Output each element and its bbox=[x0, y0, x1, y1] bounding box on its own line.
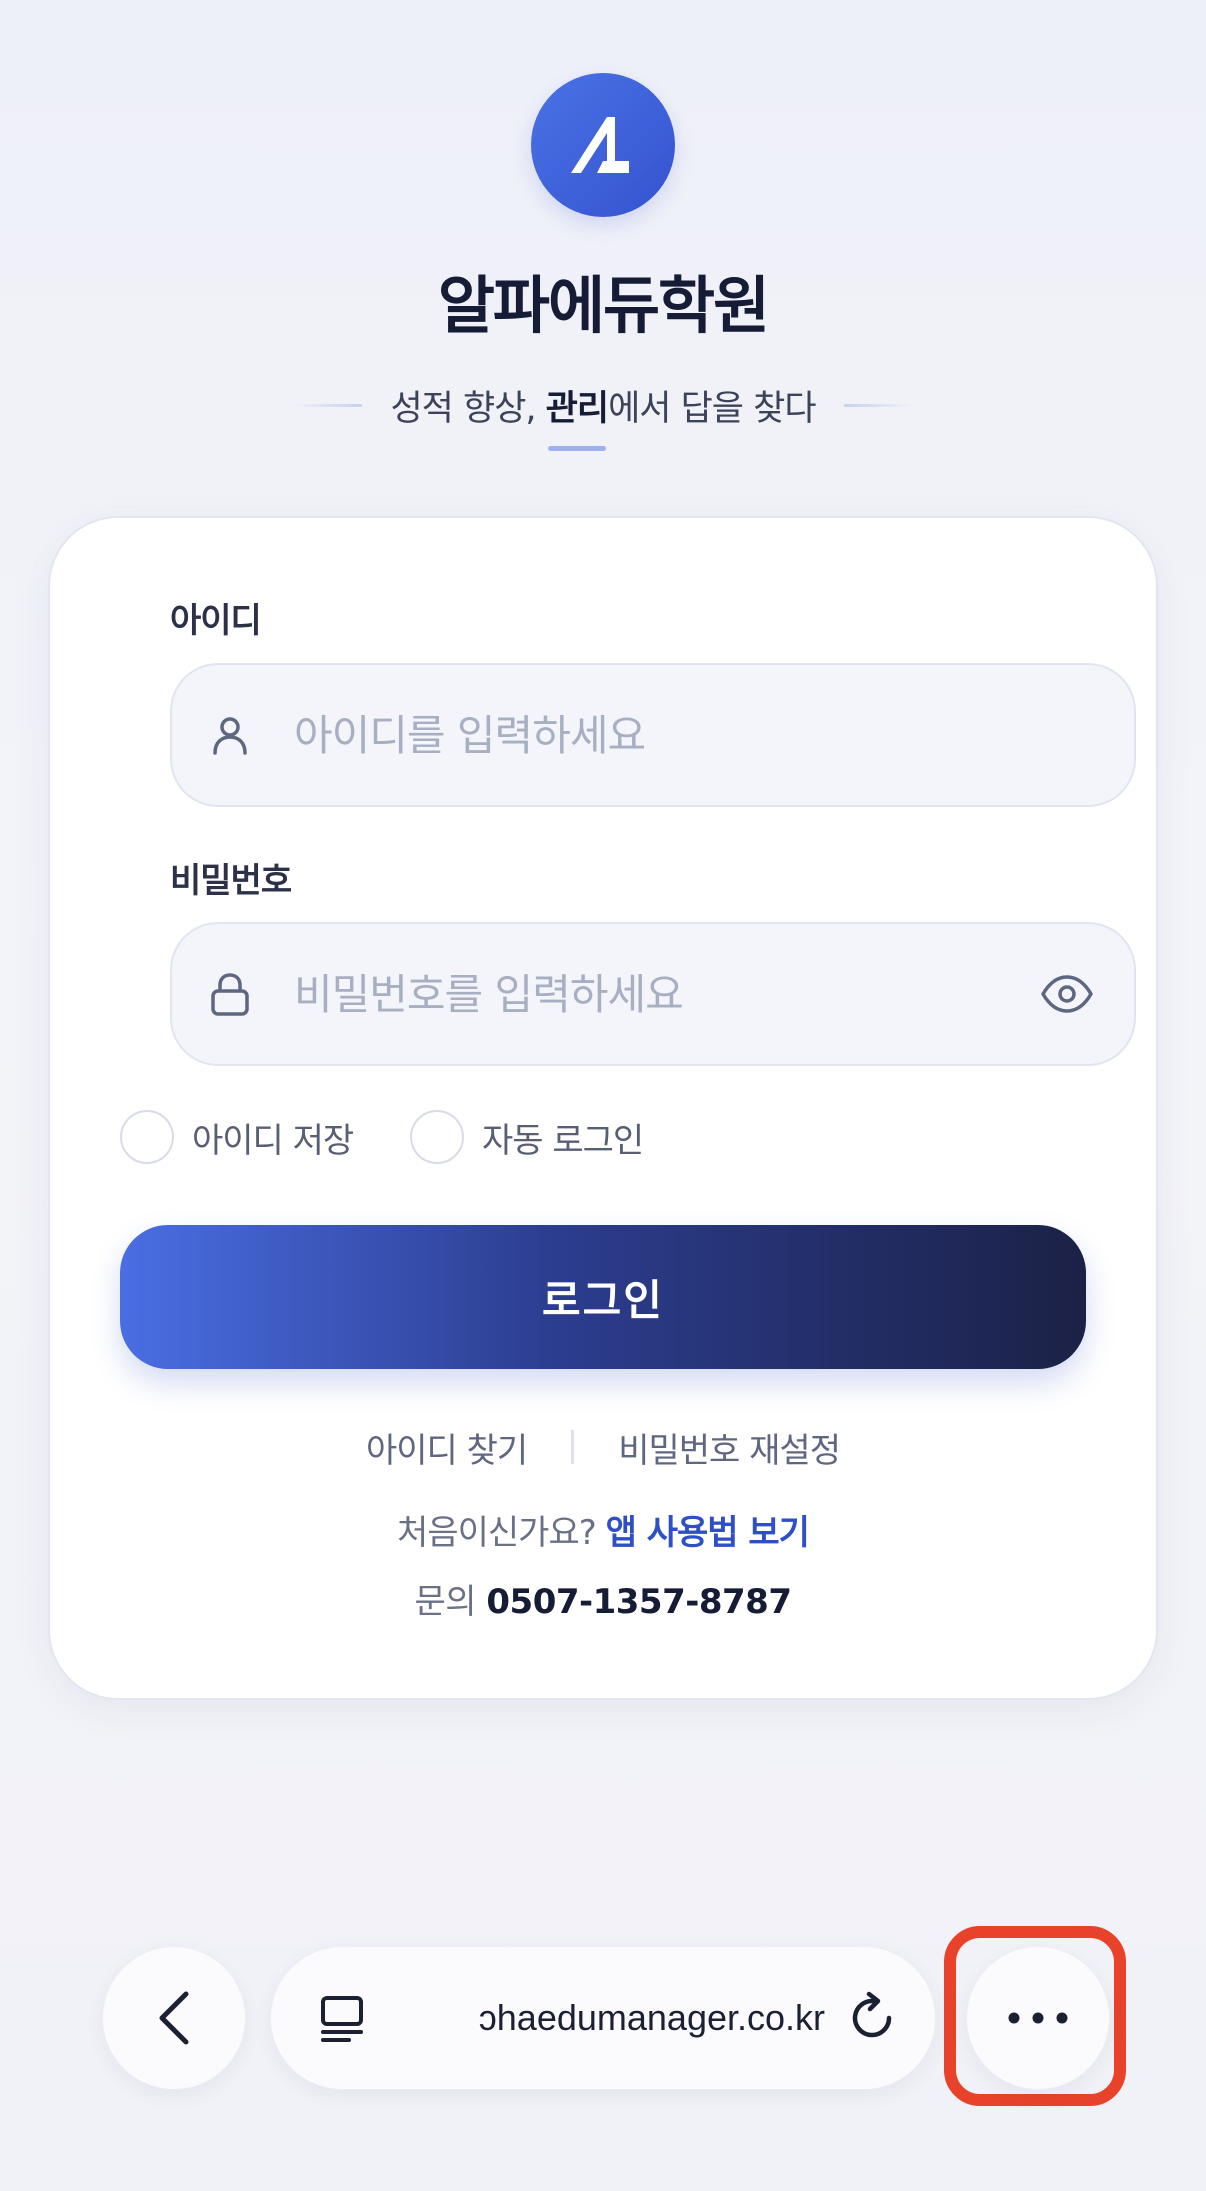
tagline-pre: 성적 향상, bbox=[390, 388, 546, 429]
password-input-box[interactable] bbox=[170, 922, 1136, 1066]
address-bar[interactable]: ɔhaedumanager.co.kr bbox=[270, 1946, 936, 2090]
tagline-strong: 관리 bbox=[545, 388, 609, 429]
auto-login-label: 자동 로그인 bbox=[482, 1120, 644, 1161]
reload-icon[interactable] bbox=[845, 1991, 899, 2045]
password-input[interactable] bbox=[294, 924, 1014, 1064]
url-text: ɔhaedumanager.co.kr bbox=[478, 1997, 825, 2038]
guide-row: 처음이신가요? 앱 사용법 보기 bbox=[0, 1505, 1206, 1561]
save-id-checkbox[interactable] bbox=[120, 1110, 174, 1164]
password-label: 비밀번호 bbox=[170, 861, 292, 901]
login-button[interactable]: 로그인 bbox=[120, 1225, 1086, 1369]
reset-password-link[interactable]: 비밀번호 재설정 bbox=[618, 1423, 841, 1472]
brand-title: 알파에듀학원 bbox=[437, 269, 770, 342]
first-time-text: 처음이신가요? bbox=[397, 1513, 597, 1553]
lock-icon bbox=[211, 973, 249, 1016]
logo-a-icon bbox=[571, 117, 629, 173]
tagline: 성적 향상, 관리에서 답을 찾다 bbox=[390, 380, 816, 431]
tagline-left-line bbox=[292, 403, 363, 407]
account-links: 아이디 찾기 비밀번호 재설정 bbox=[0, 1422, 1206, 1472]
save-id-option[interactable]: 아이디 저장 bbox=[120, 1110, 354, 1164]
page-format-icon[interactable] bbox=[317, 1992, 369, 2044]
find-id-link[interactable]: 아이디 찾기 bbox=[366, 1423, 528, 1472]
id-input-box[interactable] bbox=[170, 663, 1136, 807]
contact-label: 문의 bbox=[414, 1582, 477, 1622]
id-input[interactable] bbox=[294, 665, 1014, 805]
contact-phone[interactable]: 0507-1357-8787 bbox=[486, 1582, 792, 1622]
back-button[interactable] bbox=[102, 1946, 246, 2090]
contact-row: 문의 0507-1357-8787 bbox=[0, 1574, 1206, 1630]
more-button[interactable] bbox=[966, 1946, 1110, 2090]
link-divider bbox=[571, 1430, 575, 1464]
id-label: 아이디 bbox=[170, 601, 262, 641]
tagline-row: 성적 향상, 관리에서 답을 찾다 bbox=[0, 380, 1206, 430]
auto-login-checkbox[interactable] bbox=[410, 1110, 464, 1164]
tagline-right-line bbox=[843, 403, 914, 407]
guide-link[interactable]: 앱 사용법 보기 bbox=[606, 1513, 810, 1553]
tagline-post: 에서 답을 찾다 bbox=[608, 388, 816, 429]
save-id-label: 아이디 저장 bbox=[192, 1120, 354, 1161]
user-icon bbox=[213, 717, 247, 755]
auto-login-option[interactable]: 자동 로그인 bbox=[410, 1110, 644, 1164]
eye-icon[interactable] bbox=[1040, 974, 1094, 1014]
chevron-left-icon bbox=[159, 1991, 189, 2045]
more-dots-icon bbox=[1008, 2012, 1068, 2024]
academy-logo bbox=[531, 73, 675, 217]
